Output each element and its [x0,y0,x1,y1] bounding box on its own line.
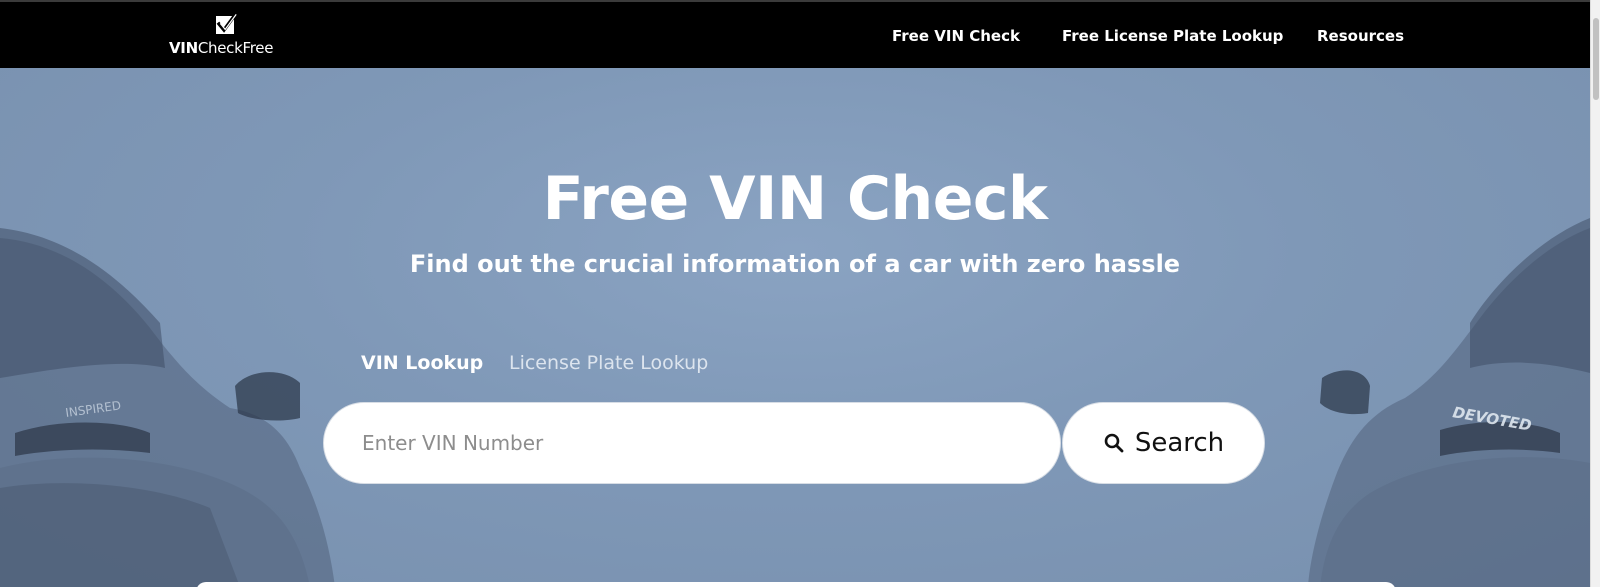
nav-resources[interactable]: Resources [1317,27,1404,45]
search-button[interactable]: Search [1062,402,1265,484]
logo-text-regular: CheckFree [197,39,274,57]
hero-title: Free VIN Check [542,164,1048,234]
vin-number-input[interactable] [323,402,1061,484]
search-icon [1104,433,1124,453]
page: VINCheckFree Free VIN Check Free License… [0,0,1600,587]
scrollbar-thumb[interactable] [1593,18,1599,100]
top-nav-bar: VINCheckFree Free VIN Check Free License… [0,0,1590,68]
car-image-right: DEVOTED [1308,218,1590,587]
checkbox-check-icon [216,13,237,34]
hero-section: INSPIRED DEVOTED Free VIN Check Find out… [0,68,1590,587]
scrollbar[interactable] [1590,0,1600,587]
content-card-edge [196,582,1396,587]
site-logo[interactable]: VINCheckFree [168,13,288,59]
nav-free-vin-check[interactable]: Free VIN Check [892,27,1020,45]
hero-subtitle: Find out the crucial information of a ca… [409,250,1181,278]
search-button-label: Search [1134,428,1225,458]
nav-free-license-plate-lookup[interactable]: Free License Plate Lookup [1062,27,1283,45]
logo-wordmark: VINCheckFree [169,39,273,57]
car-image-left: INSPIRED [0,228,335,587]
logo-text-bold: VIN [169,39,198,57]
tab-license-plate-lookup[interactable]: License Plate Lookup [509,352,708,374]
tab-vin-lookup[interactable]: VIN Lookup [361,352,483,374]
